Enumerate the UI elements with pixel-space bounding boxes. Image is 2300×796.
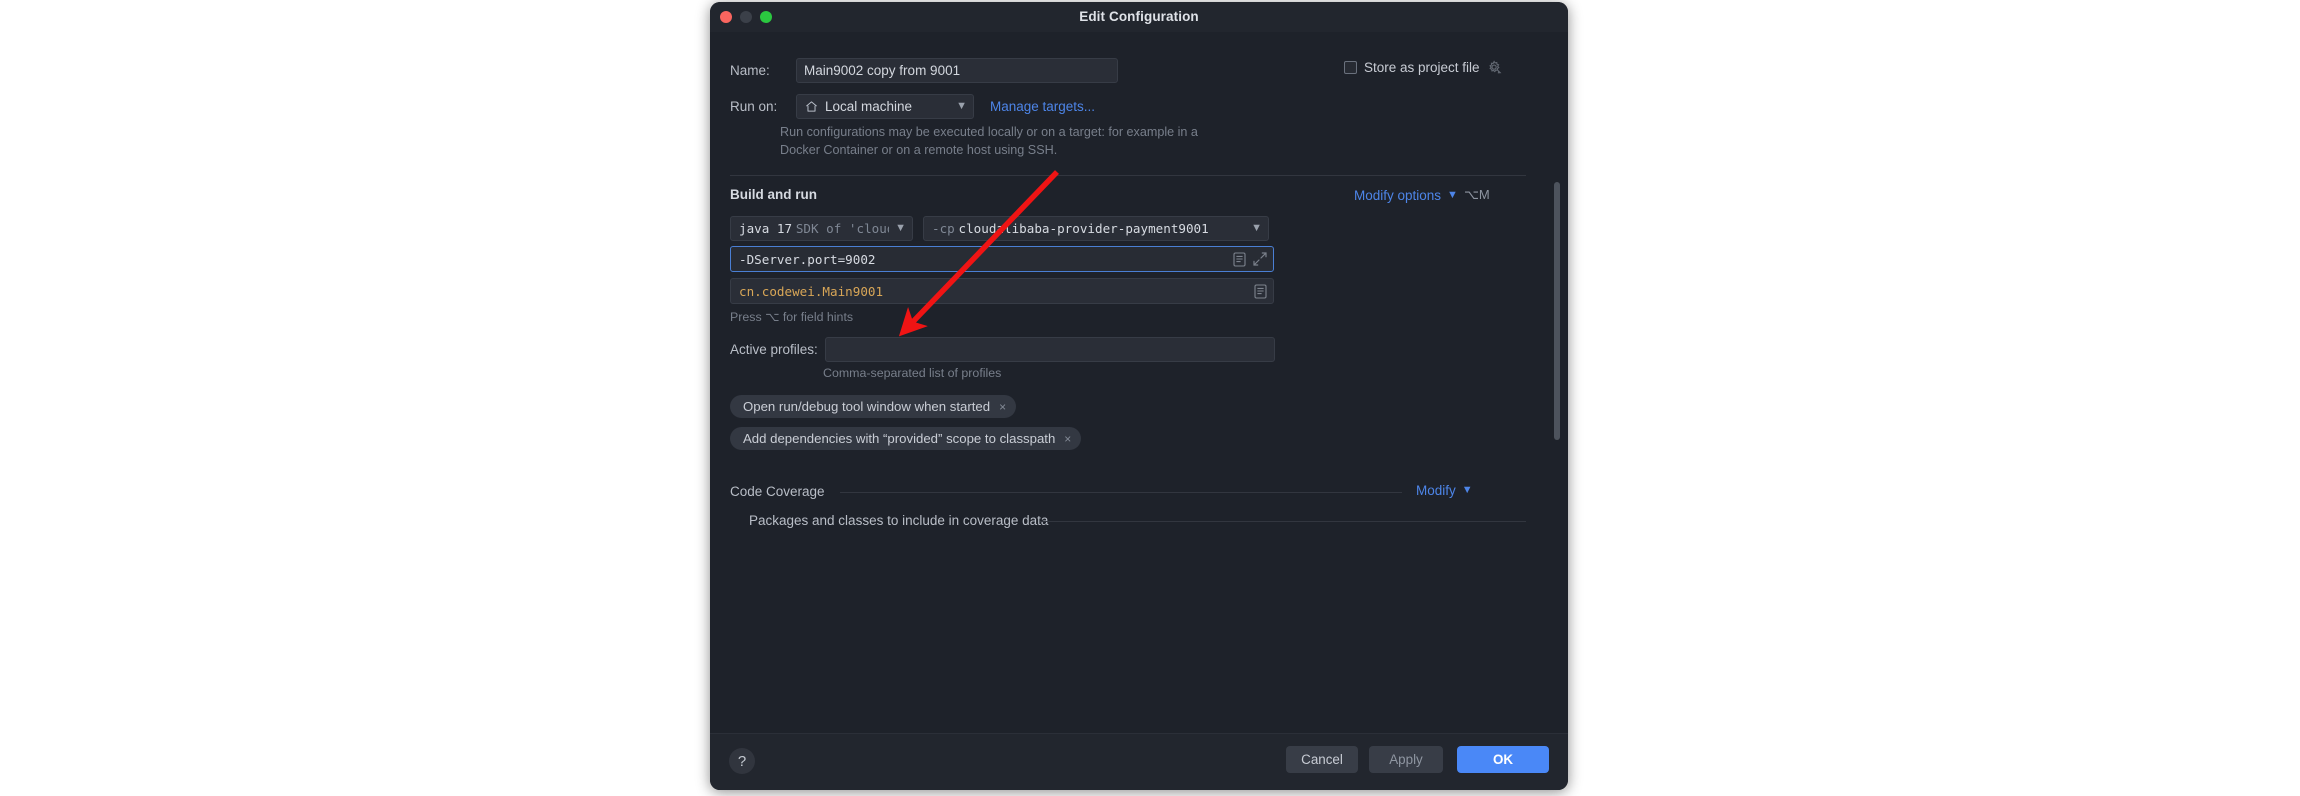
help-button[interactable]: ?	[729, 748, 755, 774]
name-row: Name: Main9002 copy from 9001	[730, 58, 1118, 83]
dialog-body: Name: Main9002 copy from 9001 Store as p…	[710, 32, 1568, 754]
build-and-run-title: Build and run	[730, 187, 817, 202]
screenshot-canvas: Edit Configuration Name: Main9002 copy f…	[0, 0, 2300, 796]
close-icon[interactable]: ×	[999, 400, 1006, 414]
run-on-hint-text: Run configurations may be executed local…	[780, 125, 1198, 157]
code-coverage-modify-row[interactable]: Modify ▼	[1416, 483, 1473, 498]
chevron-down-icon[interactable]: ▼	[1462, 485, 1473, 496]
build-run-separator	[730, 175, 1526, 176]
run-on-value: Local machine	[825, 99, 913, 114]
dialog-titlebar: Edit Configuration	[710, 2, 1568, 32]
dialog-footer: ? Cancel Apply OK	[710, 733, 1568, 790]
code-coverage-separator	[840, 492, 1402, 493]
main-class-value: cn.codewei.Main9001	[739, 283, 884, 299]
run-on-dropdown[interactable]: Local machine ▼	[796, 94, 974, 119]
vm-options-input[interactable]: -DServer.port=9002	[730, 246, 1274, 272]
vertical-scrollbar[interactable]	[1554, 182, 1560, 440]
gear-icon[interactable]	[1487, 60, 1502, 75]
manage-targets-link[interactable]: Manage targets...	[990, 99, 1095, 114]
cancel-button[interactable]: Cancel	[1286, 746, 1358, 773]
dialog-title: Edit Configuration	[1079, 9, 1199, 24]
chip-label: Add dependencies with “provided” scope t…	[743, 431, 1056, 446]
home-icon	[805, 100, 818, 113]
modify-options-row[interactable]: Modify options ▼ ⌥M	[1354, 187, 1490, 203]
field-hint-text: Press ⌥ for field hints	[730, 310, 854, 324]
coverage-packages-separator	[1040, 521, 1526, 522]
name-label: Name:	[730, 63, 770, 78]
close-icon[interactable]: ×	[1064, 432, 1071, 446]
chevron-down-icon[interactable]: ▼	[1447, 189, 1458, 201]
build-and-run-header: Build and run	[730, 187, 817, 202]
chevron-down-icon: ▼	[1251, 222, 1262, 234]
active-profiles-hint: Comma-separated list of profiles	[823, 366, 1002, 380]
coverage-packages-title: Packages and classes to include in cover…	[749, 513, 1049, 528]
code-coverage-modify-link[interactable]: Modify	[1416, 483, 1456, 498]
store-as-project-file-label: Store as project file	[1364, 60, 1480, 75]
modify-options-shortcut: ⌥M	[1463, 187, 1490, 202]
apply-button[interactable]: Apply	[1369, 746, 1443, 773]
option-chip-open-run-debug-tool-window[interactable]: Open run/debug tool window when started …	[730, 395, 1017, 418]
expand-icon[interactable]	[1253, 252, 1267, 266]
document-icon[interactable]	[1254, 283, 1267, 299]
classpath-module: cloudalibaba-provider-payment9001	[958, 221, 1209, 236]
active-profiles-input[interactable]	[825, 337, 1275, 362]
document-icon[interactable]	[1233, 251, 1246, 267]
store-as-project-file-checkbox[interactable]	[1344, 61, 1357, 74]
modify-options-link[interactable]: Modify options	[1354, 188, 1441, 203]
jdk-classpath-row: java 17 SDK of 'cloudal ▼ -cp cloudaliba…	[730, 216, 1269, 241]
main-class-input[interactable]: cn.codewei.Main9001	[730, 278, 1274, 304]
classpath-prefix: -cp	[932, 221, 955, 236]
edit-configuration-dialog: Edit Configuration Name: Main9002 copy f…	[710, 2, 1568, 790]
chip-label: Open run/debug tool window when started	[743, 399, 991, 414]
store-as-project-file-row[interactable]: Store as project file	[1344, 60, 1502, 75]
active-profiles-label: Active profiles:	[730, 342, 818, 357]
chevron-down-icon: ▼	[956, 100, 967, 112]
name-input[interactable]: Main9002 copy from 9001	[796, 58, 1118, 83]
name-input-value: Main9002 copy from 9001	[804, 63, 961, 78]
code-coverage-title: Code Coverage	[730, 484, 825, 499]
chevron-down-icon: ▼	[895, 222, 906, 234]
active-profiles-row: Active profiles:	[730, 337, 1275, 362]
ok-button[interactable]: OK	[1457, 746, 1549, 773]
jdk-dropdown[interactable]: java 17 SDK of 'cloudal ▼	[730, 216, 913, 241]
jdk-version: java 17	[739, 221, 793, 236]
option-chip-add-provided-dependencies[interactable]: Add dependencies with “provided” scope t…	[730, 427, 1082, 450]
classpath-dropdown[interactable]: -cp cloudalibaba-provider-payment9001 ▼	[923, 216, 1269, 241]
jdk-description: SDK of 'cloudal	[795, 221, 889, 236]
run-on-row: Run on: Local machine ▼ Manage targets..…	[730, 94, 1095, 119]
run-on-label: Run on:	[730, 99, 778, 114]
vm-options-value: -DServer.port=9002	[739, 251, 876, 267]
